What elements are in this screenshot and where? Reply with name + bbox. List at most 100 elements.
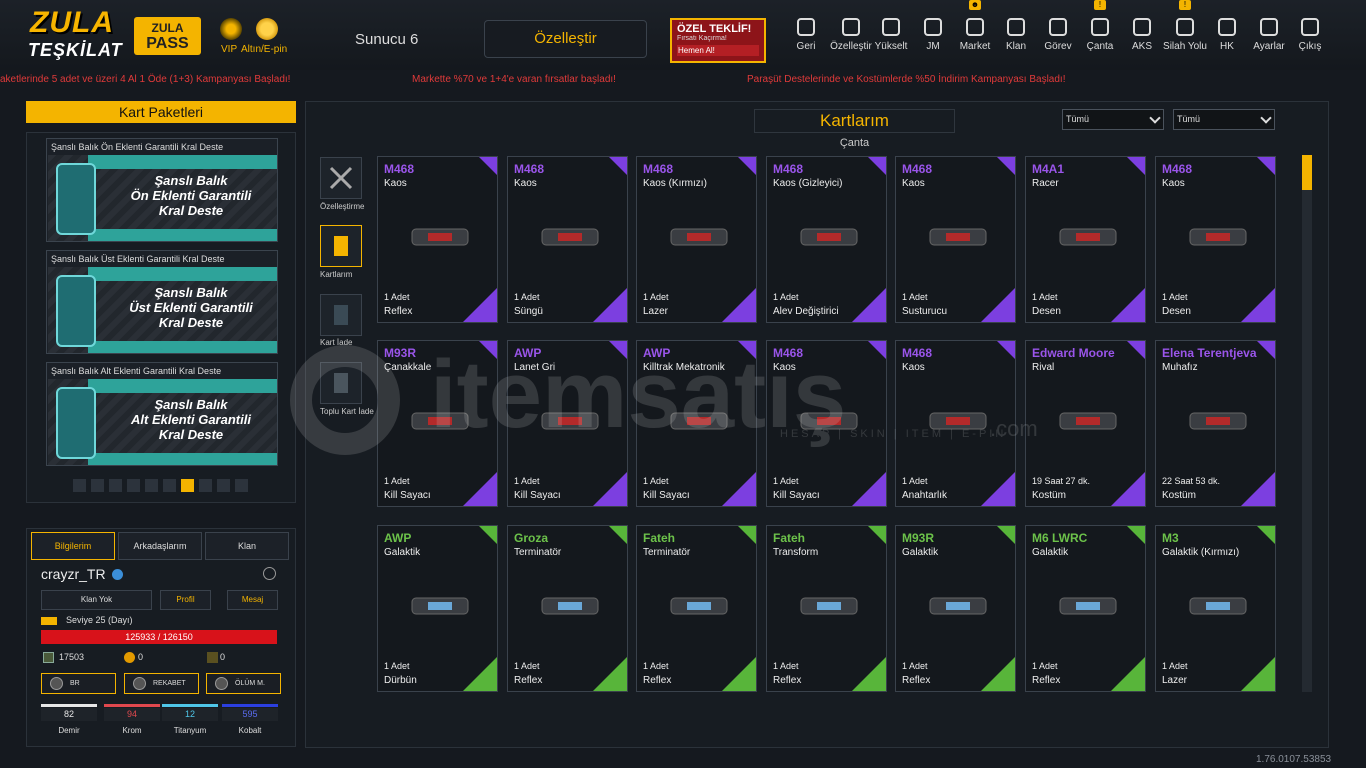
zula-pass-button[interactable]: ZULA PASS [134,17,201,55]
card-skin-name: Galaktik [902,547,939,558]
card-weapon-name: Edward Moore [1032,346,1115,360]
inventory-card[interactable]: M93R Çanakkale 1 Adet Kill Sayacı [377,340,498,507]
inventory-card[interactable]: Elena Terentjeva Muhafız 22 Saat 53 dk. Kos… [1155,340,1276,507]
card-weapon-name: M468 [514,162,545,176]
inventory-card[interactable]: M468 Kaos (Kırmızı) 1 Adet Lazer [636,156,757,323]
gun-icon: ! [1174,0,1196,38]
package-card[interactable]: Şanslı Balık Alt Eklenti Garantili Kral … [46,362,278,466]
inventory-card[interactable]: M6 LWRC Galaktik 1 Adet Reflex [1025,525,1146,692]
customize-button[interactable]: Özelleştir [484,20,647,58]
inventory-card[interactable]: M468 Kaos (Gizleyici) 1 Adet Alev Değiştiri… [766,156,887,323]
inventory-card[interactable]: AWP Lanet Gri 1 Adet Kill Sayacı [507,340,628,507]
nav-power-button[interactable]: Çıkış [1285,16,1335,60]
tools-icon [840,16,862,38]
rarity-corner [1111,472,1145,506]
side-customize-button[interactable] [320,157,362,199]
bag-icon: ! [1089,0,1111,38]
inventory-card[interactable]: M468 Kaos 1 Adet Süngü [507,156,628,323]
metal-bar [41,704,97,707]
block-icon[interactable] [263,567,276,580]
rarity-corner [463,657,497,691]
nav-back-button[interactable]: Geri [781,16,831,60]
tab-friends[interactable]: Arkadaşlarım [118,532,202,560]
scrollbar[interactable] [1302,155,1312,692]
verified-icon [112,569,123,580]
message-button[interactable]: Mesaj [227,590,278,610]
inventory-card[interactable]: M468 Kaos 1 Adet Reflex [377,156,498,323]
inventory-card[interactable]: M468 Kaos 1 Adet Susturucu [895,156,1016,323]
package-card[interactable]: Şanslı Balık Ön Eklenti Garantili Kral D… [46,138,278,242]
mode-ranked-button[interactable]: REKABET [124,673,199,694]
card-count: 1 Adet [514,661,540,671]
pager-dot[interactable] [163,479,176,492]
scrollbar-thumb[interactable] [1302,155,1312,190]
coins-icon [922,16,944,38]
rarity-corner [463,288,497,322]
mode-br-button[interactable]: BR [41,673,116,694]
profile-button[interactable]: Profil [160,590,211,610]
inventory-card[interactable]: M468 Kaos 1 Adet Desen [1155,156,1276,323]
side-card-return-button[interactable] [320,294,362,336]
inventory-card[interactable]: M3 Galaktik (Kırmızı) 1 Adet Lazer [1155,525,1276,692]
pager-dot[interactable] [235,479,248,492]
package-line1: Şanslı Balık [154,397,228,412]
inventory-card[interactable]: AWP Killtrak Mekatronik 1 Adet Kill Sayacı [636,340,757,507]
card-type: Kill Sayacı [773,490,820,501]
mode-deathmatch-button[interactable]: ÖLÜM M. [206,673,281,694]
inventory-card[interactable]: M468 Kaos 1 Adet Anahtarlık [895,340,1016,507]
pager-dot[interactable] [109,479,122,492]
inventory-card[interactable]: M468 Kaos 1 Adet Kill Sayacı [766,340,887,507]
filter2-value: Tümü [1177,114,1201,124]
filter1-value: Tümü [1066,114,1090,124]
metal-1: 94 Krom [104,704,160,735]
pager-dot[interactable] [199,479,212,492]
card-weapon-name: M468 [902,346,933,360]
rarity-corner [1111,657,1145,691]
inventory-card[interactable]: Groza Terminatör 1 Adet Reflex [507,525,628,692]
card-count: 1 Adet [1032,292,1058,302]
item-image [924,219,992,255]
inventory-card[interactable]: M4A1 Racer 1 Adet Desen [1025,156,1146,323]
card-skin-name: Rival [1032,362,1055,373]
metal-value: 82 [41,708,97,721]
wallet-icon [1216,16,1238,38]
filter-select-1[interactable]: Tümü [1062,109,1164,130]
side-bulk-return-button[interactable] [320,362,362,404]
item-image [924,403,992,439]
tab-my-info[interactable]: Bilgilerim [31,532,115,560]
pager-dot[interactable] [73,479,86,492]
rarity-corner [997,526,1015,544]
side-mycards-button[interactable] [320,225,362,267]
pager-dot[interactable] [91,479,104,492]
item-image [665,219,733,255]
inventory-card[interactable]: Fateh Transform 1 Adet Reflex [766,525,887,692]
rarity-corner [852,657,886,691]
pager-dot[interactable] [217,479,230,492]
filter-select-2[interactable]: Tümü [1173,109,1275,130]
item-image [795,219,863,255]
pager-dot[interactable] [145,479,158,492]
pager-dot[interactable] [181,479,194,492]
vip-icon[interactable] [220,18,242,40]
nav-badge: ! [1094,0,1106,10]
card-icon [334,236,348,256]
pager-dot[interactable] [127,479,140,492]
package-line1: Şanslı Balık [154,285,228,300]
gold-icon[interactable] [256,18,278,40]
package-line2: Ön Eklenti Garantili [130,188,252,203]
tab-clan[interactable]: Klan [205,532,289,560]
special-offer-button[interactable]: ÖZEL TEKLİF! Fırsatı Kaçırma! Hemen Al! [670,18,766,63]
no-clan-button[interactable]: Klan Yok [41,590,152,610]
inventory-card[interactable]: Fateh Terminatör 1 Adet Reflex [636,525,757,692]
inventory-card[interactable]: M93R Galaktik 1 Adet Reflex [895,525,1016,692]
package-card[interactable]: Şanslı Balık Üst Eklenti Garantili Kral … [46,250,278,354]
zula-logo[interactable]: ZULA TEŞKİLAT [26,6,122,64]
rarity-corner [868,157,886,175]
card-skin-name: Muhafız [1162,362,1198,373]
nav-label: Geri [796,41,816,52]
gear-icon [1258,16,1280,38]
card-count: 1 Adet [384,292,410,302]
inventory-card[interactable]: AWP Galaktik 1 Adet Dürbün [377,525,498,692]
card-skin-name: Transform [773,547,819,558]
inventory-card[interactable]: Edward Moore Rival 19 Saat 27 dk. Kostüm [1025,340,1146,507]
